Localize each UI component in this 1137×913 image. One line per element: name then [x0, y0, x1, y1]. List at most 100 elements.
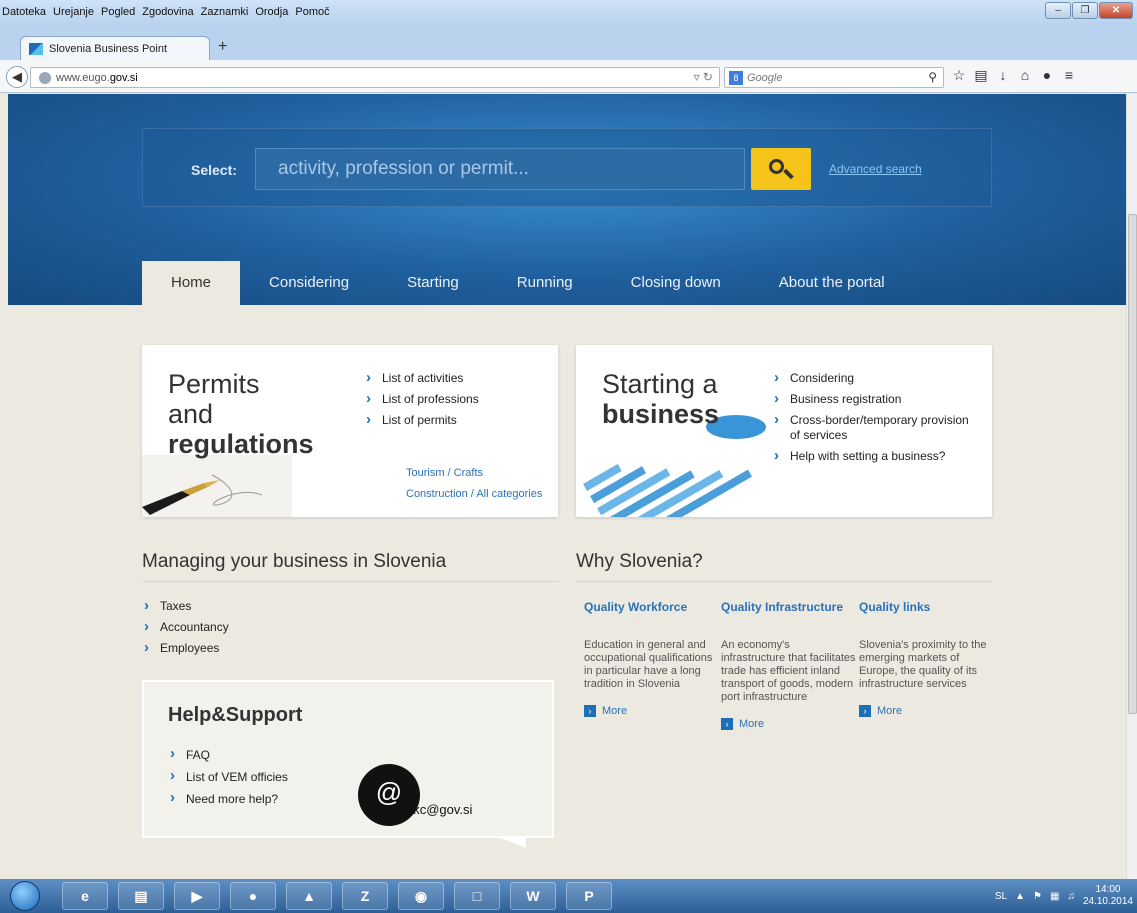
need-help-link[interactable]: Need more help? [168, 787, 288, 810]
search-button[interactable] [751, 148, 811, 190]
list-of-permits-link[interactable]: List of permits [364, 409, 479, 431]
nav-running[interactable]: Running [488, 261, 602, 305]
language-indicator[interactable]: SL [995, 891, 1007, 902]
main-navigation: Home Considering Starting Running Closin… [142, 261, 914, 305]
tourism-crafts-link[interactable]: Tourism / Crafts [406, 463, 542, 484]
minimize-button[interactable]: – [1045, 2, 1071, 19]
chevron-right-icon: › [859, 705, 871, 717]
support-email-link[interactable]: ekc@gov.si [406, 802, 472, 817]
activity-search-input[interactable]: activity, profession or permit... [255, 148, 745, 190]
accountancy-link[interactable]: Accountancy [142, 616, 229, 638]
why-column-text: Slovenia's proximity to the emerging mar… [859, 639, 987, 690]
download-icon[interactable]: ↓ [992, 67, 1014, 84]
help-setting-business-link[interactable]: Help with setting a business? [772, 445, 972, 467]
google-icon: 8 [729, 70, 743, 85]
business-registration-link[interactable]: Business registration [772, 388, 972, 410]
reading-list-icon[interactable]: ▤ [970, 67, 992, 84]
close-button[interactable]: ✕ [1099, 2, 1133, 19]
navigation-bar: ◀ www.eugo.gov.si ▿ ↻ 8 Google ⚲ ☆ ▤ ↓ ⌂… [0, 60, 1137, 93]
why-column-infrastructure: Quality Infrastructure An economy's infr… [721, 600, 856, 730]
maximize-button[interactable]: ❐ [1072, 2, 1098, 19]
url-text: www.eugo.gov.si [56, 71, 138, 84]
address-bar[interactable]: www.eugo.gov.si ▿ ↻ [30, 67, 720, 88]
taxes-link[interactable]: Taxes [142, 595, 229, 617]
why-column-text: Education in general and occupational qu… [584, 639, 713, 690]
nav-considering[interactable]: Considering [240, 261, 378, 305]
select-label: Select: [191, 162, 237, 178]
firefox-icon[interactable]: ● [230, 882, 276, 910]
bookmark-star-icon[interactable]: ☆ [948, 67, 970, 84]
list-of-activities-link[interactable]: List of activities [364, 367, 479, 389]
browser-tab[interactable]: Slovenia Business Point [20, 36, 210, 60]
flag-icon[interactable]: ⚑ [1033, 891, 1042, 902]
advanced-search-link[interactable]: Advanced search [829, 162, 922, 176]
search-icon[interactable]: ⚲ [928, 70, 937, 84]
page-scrollbar[interactable] [1126, 94, 1137, 879]
menu-file[interactable]: Datoteka [2, 6, 46, 18]
menu-edit[interactable]: Urejanje [53, 6, 94, 18]
nav-about-portal[interactable]: About the portal [750, 261, 914, 305]
back-arrow-icon[interactable]: ◀ [6, 66, 28, 88]
search-placeholder: Google [747, 71, 783, 84]
media-player-icon[interactable]: ▶ [174, 882, 220, 910]
browser-search-input[interactable]: 8 Google ⚲ [724, 67, 944, 88]
chrome-icon[interactable]: ◉ [398, 882, 444, 910]
volume-icon[interactable]: ♫ [1067, 891, 1075, 902]
magnifier-icon [769, 159, 784, 174]
more-link[interactable]: › More [721, 718, 856, 730]
menu-hamburger-icon[interactable]: ≡ [1058, 67, 1080, 84]
start-button-icon[interactable] [10, 881, 40, 911]
permits-title: Permits and regulations [168, 369, 314, 459]
menu-tools[interactable]: Orodja [255, 6, 288, 18]
notes-icon[interactable]: □ [454, 882, 500, 910]
tray-arrow-icon[interactable]: ▲ [1015, 891, 1025, 902]
menu-view[interactable]: Pogled [101, 6, 135, 18]
tab-title: Slovenia Business Point [49, 42, 168, 55]
why-column-workforce: Quality Workforce Education in general a… [584, 600, 719, 717]
vem-offices-link[interactable]: List of VEM officies [168, 765, 288, 788]
windows-taskbar: e ▤ ▶ ● ▲ Z ◉ □ W P SL ▲ ⚑ ▦ ♫ 14:00 24.… [0, 879, 1137, 913]
why-column-title[interactable]: Quality links [859, 600, 994, 614]
cross-border-link[interactable]: Cross-border/temporary provision of serv… [772, 412, 972, 443]
more-link[interactable]: › More [584, 705, 719, 717]
starting-business-title: Starting a business [602, 369, 720, 429]
menu-help[interactable]: Pomoč [295, 6, 329, 18]
nav-closing-down[interactable]: Closing down [602, 261, 750, 305]
word-icon[interactable]: W [510, 882, 556, 910]
more-link[interactable]: › More [859, 705, 994, 717]
zip-icon[interactable]: Z [342, 882, 388, 910]
app-icon[interactable]: ▲ [286, 882, 332, 910]
why-slovenia-heading: Why Slovenia? [576, 551, 703, 572]
menu-bookmarks[interactable]: Zaznamki [201, 6, 249, 18]
favicon-icon [29, 42, 43, 55]
reload-icon[interactable]: ▿ ↻ [694, 70, 713, 84]
faq-link[interactable]: FAQ [168, 743, 288, 766]
new-tab-icon[interactable]: + [218, 38, 227, 56]
starting-links: Considering Business registration Cross-… [772, 367, 972, 467]
scrollbar-thumb[interactable] [1128, 214, 1137, 714]
help-support-box: Help&Support FAQ List of VEM officies Ne… [142, 680, 554, 838]
considering-link[interactable]: Considering [772, 367, 972, 389]
help-support-title: Help&Support [168, 704, 303, 726]
nav-starting[interactable]: Starting [378, 261, 488, 305]
home-icon[interactable]: ⌂ [1014, 67, 1036, 84]
network-icon[interactable]: ▦ [1050, 891, 1059, 902]
help-links: FAQ List of VEM officies Need more help? [168, 743, 288, 810]
powerpoint-icon[interactable]: P [566, 882, 612, 910]
speech-bubble-tail [496, 836, 526, 848]
managing-links: Taxes Accountancy Employees [142, 595, 229, 659]
addon-icon[interactable]: ● [1036, 67, 1058, 84]
list-of-professions-link[interactable]: List of professions [364, 388, 479, 410]
why-column-title[interactable]: Quality Workforce [584, 600, 719, 614]
file-explorer-icon[interactable]: ▤ [118, 882, 164, 910]
why-column-links: Quality links Slovenia's proximity to th… [859, 600, 994, 717]
why-column-title[interactable]: Quality Infrastructure [721, 600, 856, 614]
construction-categories-link[interactable]: Construction / All categories [406, 484, 542, 505]
window-controls: – ❐ ✕ [1044, 2, 1133, 19]
menu-history[interactable]: Zgodovina [142, 6, 193, 18]
nav-home[interactable]: Home [142, 261, 241, 305]
clock[interactable]: 14:00 24.10.2014 [1083, 884, 1133, 908]
menu-bar: Datoteka Urejanje Pogled Zgodovina Zazna… [0, 0, 1137, 24]
internet-explorer-icon[interactable]: e [62, 882, 108, 910]
employees-link[interactable]: Employees [142, 637, 229, 659]
